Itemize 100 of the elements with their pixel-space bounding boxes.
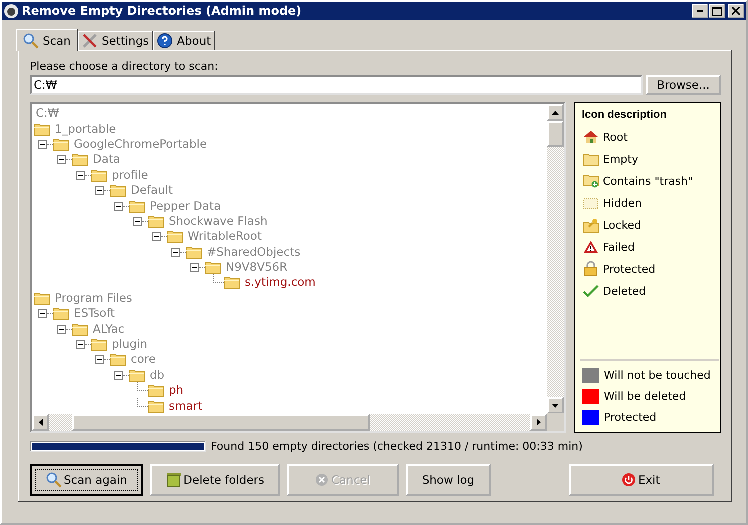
- folder-plus-icon: [583, 174, 599, 188]
- minimize-icon: [697, 10, 703, 12]
- status-text: Found 150 empty directories (checked 21310 / runtime: 00:33 min): [211, 440, 583, 453]
- collapse-icon[interactable]: [95, 355, 104, 364]
- folder-icon: [110, 184, 126, 198]
- power-icon: [622, 473, 636, 487]
- tree-item[interactable]: profile: [110, 168, 150, 182]
- tree-item[interactable]: ESTsoft: [72, 307, 118, 320]
- scroll-up-button[interactable]: [547, 104, 564, 121]
- tree-item[interactable]: smart: [167, 400, 204, 413]
- tab[interactable]: Scan: [16, 29, 78, 51]
- scroll-down-button[interactable]: [547, 397, 564, 414]
- tree-item[interactable]: s.ytimg.com: [243, 276, 318, 290]
- log-button[interactable]: Show log: [406, 464, 491, 496]
- right-arrow-icon: [536, 419, 540, 426]
- folder-key-icon: [583, 218, 599, 232]
- scroll-thumb[interactable]: [547, 121, 564, 147]
- legend-label: Will not be touched: [604, 369, 711, 382]
- window-title: Remove Empty Directories (Admin mode): [22, 4, 303, 18]
- scrollbar-corner: [547, 413, 564, 431]
- collapse-icon[interactable]: [38, 140, 47, 149]
- tab[interactable]: About: [153, 31, 216, 50]
- bin-icon: [166, 472, 182, 488]
- folder-icon: [53, 138, 69, 151]
- folder-icon: [34, 292, 50, 305]
- legend-label: Deleted: [603, 284, 646, 298]
- directory-label: Please choose a directory to scan:: [30, 60, 220, 74]
- legend-label: Protected: [604, 411, 657, 424]
- magnifier-icon: [46, 472, 62, 488]
- legend-label: Locked: [603, 218, 642, 232]
- folder-icon: [148, 214, 164, 228]
- tree-item[interactable]: Pepper Data: [148, 200, 224, 213]
- minimize-button[interactable]: [692, 4, 708, 18]
- collapse-icon[interactable]: [152, 232, 161, 242]
- delete-button[interactable]: Delete folders: [150, 464, 280, 496]
- magnifier-icon: [23, 32, 39, 48]
- tree-item[interactable]: Default: [129, 184, 176, 198]
- scroll-thumb[interactable]: [72, 414, 370, 431]
- legend-label: Will be deleted: [604, 390, 686, 403]
- app-icon: [4, 4, 19, 18]
- collapse-icon[interactable]: [133, 216, 142, 226]
- tree-item[interactable]: #SharedObjects: [205, 246, 303, 259]
- folder-icon: [224, 276, 240, 290]
- collapse-icon[interactable]: [171, 248, 180, 257]
- collapse-icon[interactable]: [57, 155, 66, 164]
- scroll-left-button[interactable]: [32, 414, 49, 431]
- folder-icon: [186, 246, 202, 259]
- tree-item[interactable]: WritableRoot: [186, 230, 264, 244]
- folder-icon: [583, 152, 599, 166]
- close-button[interactable]: [728, 4, 744, 18]
- tree-item[interactable]: C:₩: [34, 107, 62, 120]
- folder-icon: [34, 122, 50, 136]
- tab[interactable]: Settings: [78, 31, 154, 50]
- collapse-icon[interactable]: [38, 309, 47, 318]
- legend-label: Hidden: [603, 196, 642, 210]
- legend-title: Icon description: [582, 109, 668, 121]
- tree-item[interactable]: plugin: [110, 338, 150, 352]
- collapse-icon[interactable]: [114, 202, 123, 211]
- collapse-icon[interactable]: [76, 170, 85, 180]
- collapse-icon[interactable]: [95, 186, 104, 196]
- exit-button[interactable]: Exit: [568, 464, 714, 496]
- tree-item[interactable]: core: [129, 353, 158, 366]
- tree-item[interactable]: GoogleChromePortable: [72, 138, 210, 151]
- checkmark-icon: [583, 284, 599, 298]
- folder-icon: [148, 400, 164, 413]
- collapse-icon[interactable]: [114, 370, 123, 380]
- tree-item[interactable]: Program Files: [53, 292, 134, 305]
- collapse-icon[interactable]: [57, 324, 66, 334]
- tree-item[interactable]: N9V8V56R: [224, 261, 290, 274]
- left-arrow-icon: [38, 419, 42, 426]
- directory-field[interactable]: C:₩: [30, 75, 643, 95]
- down-arrow-icon: [552, 404, 559, 408]
- maximize-button[interactable]: [709, 4, 725, 18]
- dotted-folder-icon: [583, 196, 599, 210]
- padlock-icon: [584, 261, 598, 277]
- legend-label: Contains "trash": [603, 174, 694, 188]
- tree-item[interactable]: ph: [167, 384, 186, 398]
- vertical-scrollbar[interactable]: [547, 104, 564, 414]
- legend-label: Protected: [603, 262, 656, 276]
- legend-label: Empty: [603, 152, 638, 166]
- folder-icon: [129, 368, 145, 382]
- browse-button[interactable]: Browse...: [646, 75, 721, 95]
- tree-item[interactable]: db: [148, 368, 167, 382]
- folder-icon: [129, 200, 145, 213]
- collapse-icon[interactable]: [76, 340, 85, 350]
- tree-item[interactable]: 1_portable: [53, 122, 118, 136]
- cancel-icon: [315, 473, 330, 487]
- tree-item[interactable]: Data: [91, 153, 122, 166]
- horizontal-scrollbar[interactable]: [32, 414, 547, 431]
- folder-icon: [72, 322, 88, 336]
- folder-icon: [53, 307, 69, 320]
- tree-item[interactable]: Shockwave Flash: [167, 214, 270, 228]
- scroll-right-button[interactable]: [530, 414, 547, 431]
- tree-item[interactable]: ALYac: [91, 322, 127, 336]
- folder-icon: [91, 168, 107, 182]
- collapse-icon[interactable]: [190, 263, 199, 272]
- legend-label: Failed: [603, 240, 635, 254]
- close-icon: [732, 7, 740, 15]
- scan-button[interactable]: Scan again: [30, 464, 144, 496]
- warning-icon: [583, 240, 599, 254]
